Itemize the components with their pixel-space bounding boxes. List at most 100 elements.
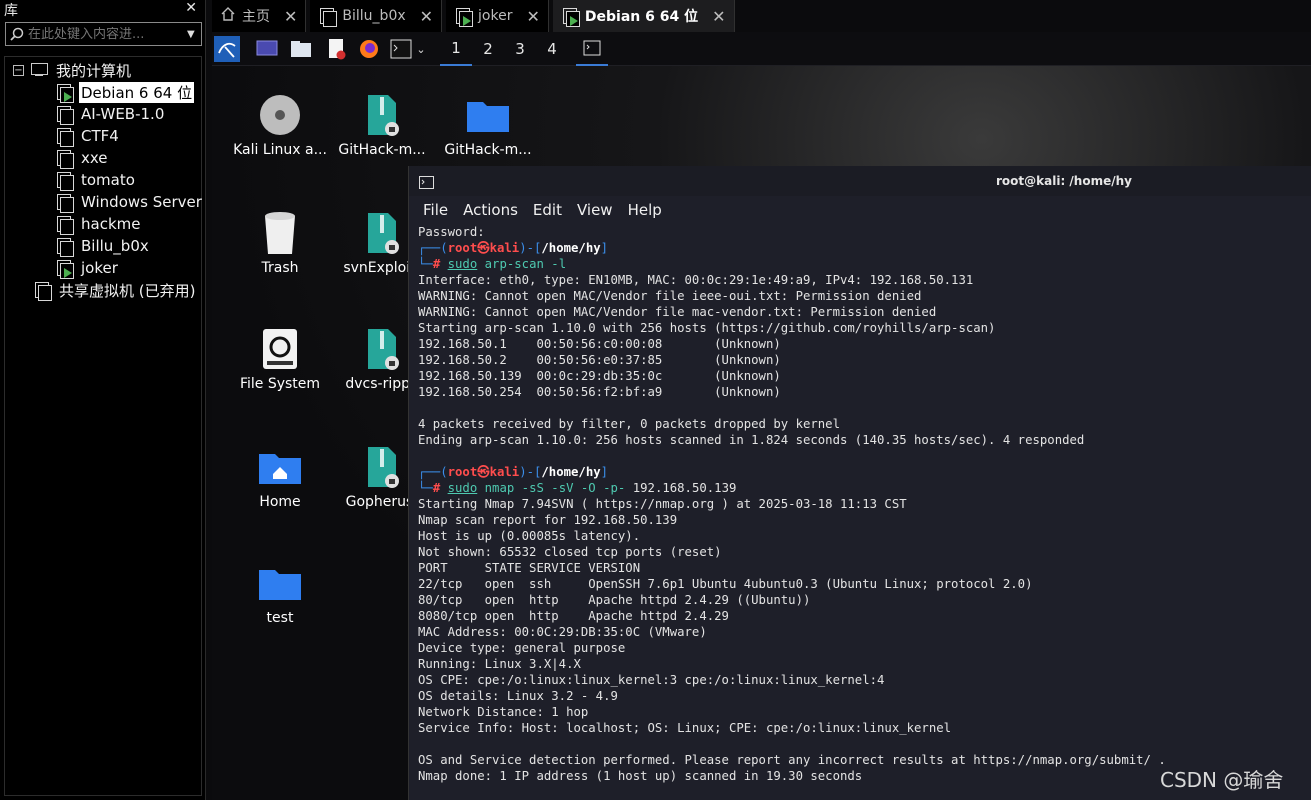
- vm-icon: [55, 149, 74, 169]
- desktop-icon-test[interactable]: test: [230, 556, 330, 626]
- command-line: └─# sudo arp-scan -l: [418, 257, 567, 271]
- tree-item-label: joker: [81, 259, 118, 277]
- text-editor-icon[interactable]: [324, 36, 350, 62]
- desktop-icon-file-system[interactable]: File System: [230, 322, 330, 392]
- file-manager-icon[interactable]: [288, 36, 314, 62]
- menu-help[interactable]: Help: [628, 201, 662, 219]
- desktop-icon-label: GitHack-m...: [444, 142, 532, 158]
- shared-vm-icon: [33, 281, 52, 301]
- tree-item-vm[interactable]: AI-WEB-1.0: [55, 103, 166, 125]
- tree-item-label: Windows Server: [81, 193, 202, 211]
- terminal-line: 8080/tcp open http Apache httpd 2.4.29: [418, 609, 729, 623]
- terminal-window-icon: [419, 174, 434, 193]
- terminal-line: WARNING: Cannot open MAC/Vendor file mac…: [418, 305, 937, 319]
- menu-view[interactable]: View: [577, 201, 613, 219]
- desktop-icon-label: Trash: [261, 260, 299, 276]
- library-title: 库: [4, 3, 18, 19]
- home-folder-icon: [230, 440, 330, 494]
- show-desktop-icon[interactable]: [254, 36, 280, 62]
- menu-file[interactable]: File: [423, 201, 448, 219]
- workspace-4[interactable]: 4: [536, 32, 568, 66]
- tab-label: Debian 6 64 位: [584, 9, 699, 25]
- taskbar-terminal-window[interactable]: [576, 32, 608, 66]
- terminal-line: Not shown: 65532 closed tcp ports (reset…: [418, 545, 722, 559]
- collapse-icon[interactable]: −: [13, 64, 24, 76]
- workspace-1[interactable]: 1: [440, 32, 472, 66]
- arp-output: Interface: eth0, type: EN10MB, MAC: 00:0…: [418, 272, 1166, 448]
- terminal-line: Nmap done: 1 IP address (1 host up) scan…: [418, 769, 863, 783]
- terminal-line: 192.168.50.254 00:50:56:f2:bf:a9 (Unknow…: [418, 385, 781, 399]
- tree-item-label: AI-WEB-1.0: [81, 105, 165, 123]
- library-search-input[interactable]: [28, 26, 187, 42]
- tab-home[interactable]: 主页 ✕: [212, 0, 307, 32]
- close-icon[interactable]: ✕: [526, 7, 539, 26]
- terminal-line: 22/tcp open ssh OpenSSH 7.6p1 Ubuntu 4ub…: [418, 577, 1033, 591]
- vm-icon: [55, 193, 74, 213]
- home-icon: [220, 6, 236, 26]
- tree-item-vm[interactable]: xxe: [55, 147, 110, 169]
- tab-joker[interactable]: joker ✕: [446, 0, 549, 32]
- prompt-user: root: [447, 465, 478, 479]
- terminal-line: 80/tcp open http Apache httpd 2.4.29 ((U…: [418, 593, 811, 607]
- command-sudo: sudo: [447, 257, 478, 271]
- terminal-output[interactable]: Password: ┌──(root㉿kali)-[/home/hy] └─# su…: [418, 224, 1166, 784]
- terminal-line: Device type: general purpose: [418, 641, 626, 655]
- tree-item-vm[interactable]: joker: [55, 257, 120, 279]
- desktop-icon-githack-folder[interactable]: GitHack-m...: [438, 88, 538, 158]
- tree-item-shared-vms[interactable]: 共享虚拟机 (已弃用): [33, 279, 197, 301]
- firefox-icon[interactable]: [356, 36, 382, 62]
- workspace-2[interactable]: 2: [472, 32, 504, 66]
- desktop-icon-label: GitHack-m...: [338, 142, 426, 158]
- vm-running-icon: [55, 259, 74, 279]
- tab-label: 主页: [242, 9, 270, 25]
- vm-icon: [55, 215, 74, 235]
- desktop-icon-label: Kali Linux a...: [233, 142, 327, 158]
- chevron-down-icon[interactable]: ⌄: [414, 36, 428, 62]
- desktop-icon-kali-linux[interactable]: Kali Linux a...: [230, 88, 330, 158]
- workspace-3[interactable]: 3: [504, 32, 536, 66]
- computer-icon: [30, 62, 48, 78]
- terminal-line: Ending arp-scan 1.10.0: 256 hosts scanne…: [418, 433, 1085, 447]
- desktop-icon-githack-zip[interactable]: GitHack-m...: [332, 88, 432, 158]
- tree-item-vm[interactable]: CTF4: [55, 125, 121, 147]
- prompt-dir: /home/hy: [541, 241, 601, 255]
- close-icon[interactable]: ✕: [420, 7, 433, 26]
- close-icon[interactable]: ✕: [712, 7, 725, 26]
- menu-actions[interactable]: Actions: [463, 201, 518, 219]
- tree-item-vm[interactable]: Billu_b0x: [55, 235, 151, 257]
- terminal-line: Starting arp-scan 1.10.0 with 256 hosts …: [418, 321, 996, 335]
- tab-label: joker: [478, 8, 513, 24]
- tab-debian[interactable]: Debian 6 64 位 ✕: [552, 0, 735, 32]
- command-sudo: sudo: [447, 481, 478, 495]
- tree-item-vm[interactable]: Debian 6 64 位: [55, 81, 195, 103]
- kali-top-panel: ⌄ 1 2 3 4: [212, 32, 1311, 66]
- kali-menu-icon[interactable]: [214, 36, 240, 62]
- tree-item-my-computer[interactable]: − 我的计算机: [13, 59, 133, 81]
- tree-item-vm[interactable]: tomato: [55, 169, 137, 191]
- library-search[interactable]: ▼: [5, 22, 202, 46]
- tree-item-label: xxe: [81, 149, 108, 167]
- menu-edit[interactable]: Edit: [533, 201, 562, 219]
- terminal-line: Host is up (0.00085s latency).: [418, 529, 641, 543]
- tab-billu-b0x[interactable]: Billu_b0x ✕: [310, 0, 443, 32]
- terminal-line: Nmap scan report for 192.168.50.139: [418, 513, 678, 527]
- vm-icon: [55, 105, 74, 125]
- terminal-launcher-icon[interactable]: [388, 36, 414, 62]
- desktop-icon-trash[interactable]: Trash: [230, 206, 330, 276]
- close-icon[interactable]: ✕: [284, 7, 297, 26]
- terminal-titlebar[interactable]: root@kali: /home/hy: [409, 166, 1311, 196]
- tree-item-vm[interactable]: hackme: [55, 213, 142, 235]
- terminal-window[interactable]: root@kali: /home/hy File Actions Edit Vi…: [408, 166, 1311, 800]
- terminal-line: OS and Service detection performed. Plea…: [418, 753, 1166, 767]
- watermark: CSDN @瑜舍: [1160, 768, 1284, 792]
- terminal-line: 192.168.50.1 00:50:56:c0:00:08 (Unknown): [418, 337, 781, 351]
- chevron-down-icon[interactable]: ▼: [187, 29, 201, 40]
- terminal-line: MAC Address: 00:0C:29:DB:35:0C (VMware): [418, 625, 707, 639]
- library-close-icon[interactable]: ✕: [185, 0, 197, 16]
- desktop-icon-home[interactable]: Home: [230, 440, 330, 510]
- command-target: 192.168.50.139: [632, 481, 737, 495]
- terminal-line: 192.168.50.2 00:50:56:e0:37:85 (Unknown): [418, 353, 781, 367]
- tree-item-vm[interactable]: Windows Server: [55, 191, 204, 213]
- prompt-host: kali: [489, 465, 520, 479]
